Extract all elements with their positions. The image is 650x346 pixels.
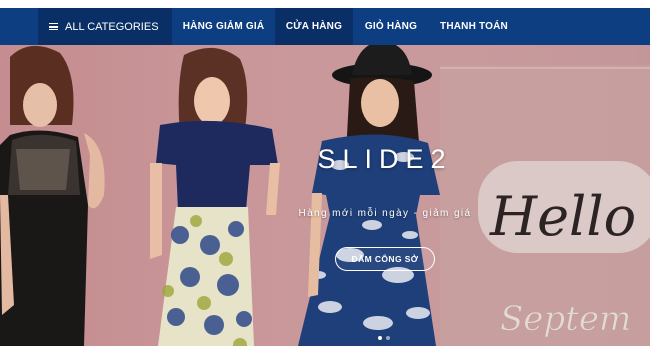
- nav-item-label: HÀNG GIẢM GIÁ: [182, 21, 265, 32]
- september-script-text: Septem: [500, 299, 631, 339]
- hamburger-menu-icon: [49, 23, 58, 30]
- slide-cta-button[interactable]: ĐẦM CÔNG SỞ: [335, 247, 435, 271]
- hello-script-text: Hello: [489, 185, 636, 248]
- slider-dot-2[interactable]: [386, 336, 390, 340]
- nav-item-cua-hang[interactable]: CỬA HÀNG: [275, 8, 353, 45]
- slide-background-image: Hello Septem: [0, 45, 650, 346]
- model-left: [0, 45, 105, 346]
- nav-item-label: GIỎ HÀNG: [364, 21, 418, 32]
- slider-pagination: [378, 336, 390, 340]
- nav-item-thanh-toan[interactable]: THANH TOÁN: [429, 8, 519, 45]
- top-strip: [0, 0, 650, 8]
- slide-title: SLIDE2: [317, 144, 453, 174]
- all-categories-label: ALL CATEGORIES: [65, 20, 159, 33]
- hero-slider[interactable]: Hello Septem SLIDE2 Hàng mới mỗi ngày - …: [0, 45, 650, 346]
- all-categories-button[interactable]: ALL CATEGORIES: [38, 8, 172, 45]
- slider-dot-1[interactable]: [378, 336, 382, 340]
- nav-item-label: CỬA HÀNG: [285, 21, 343, 32]
- nav-item-gio-hang[interactable]: GIỎ HÀNG: [353, 8, 429, 45]
- nav-item-label: THANH TOÁN: [440, 21, 508, 32]
- model-middle: [150, 47, 280, 346]
- slide-cta-label: ĐẦM CÔNG SỞ: [351, 254, 419, 264]
- slide-subtitle: Hàng mới mỗi ngày - giảm giá: [298, 208, 472, 219]
- main-navbar: ALL CATEGORIES HÀNG GIẢM GIÁ CỬA HÀNG GI…: [0, 8, 650, 45]
- nav-item-hang-giam-gia[interactable]: HÀNG GIẢM GIÁ: [172, 8, 275, 45]
- model-right: [298, 45, 440, 346]
